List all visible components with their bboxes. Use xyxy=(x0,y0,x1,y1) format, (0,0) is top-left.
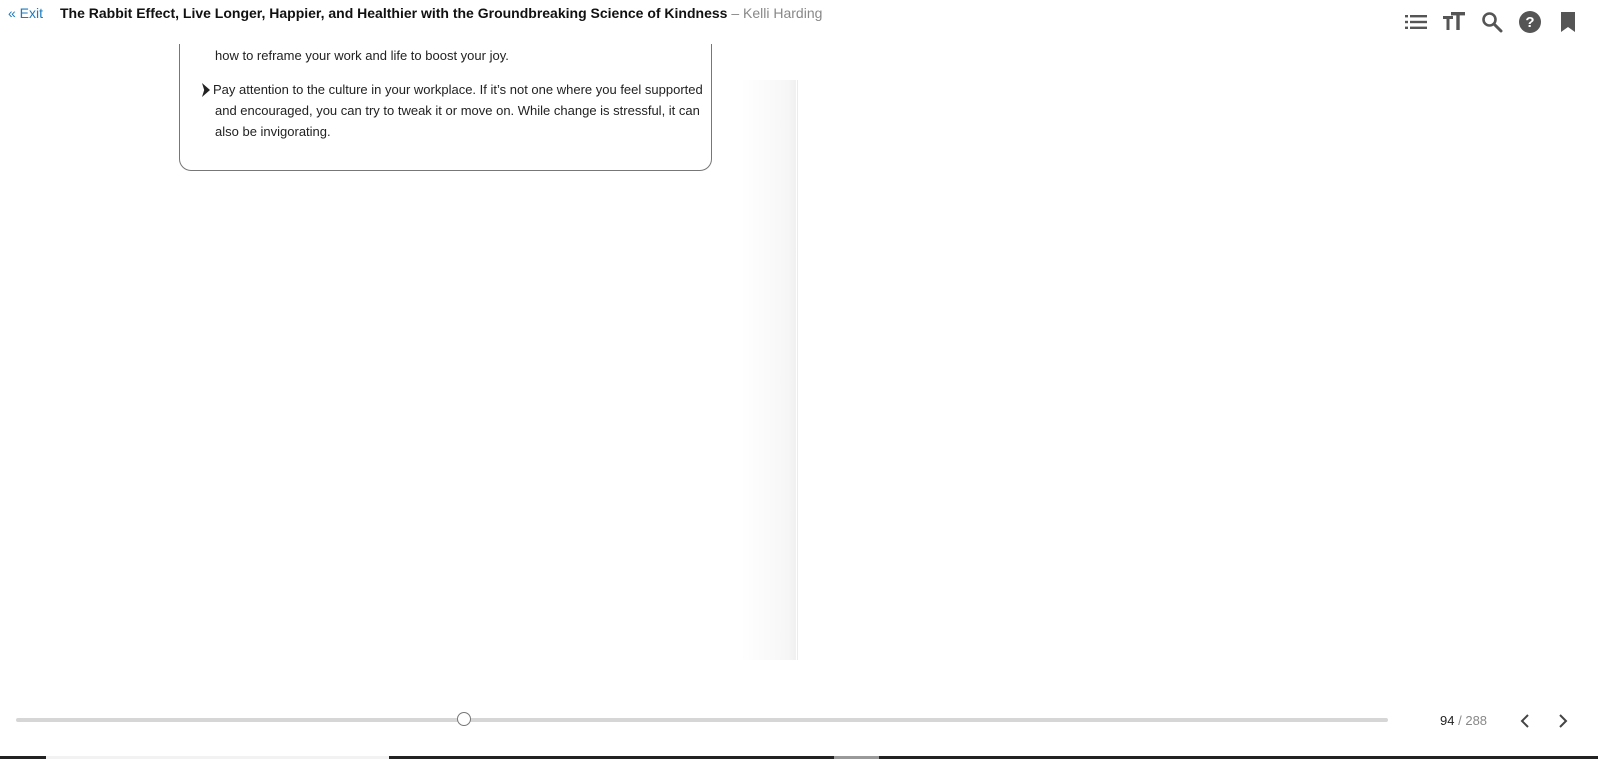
bullet-item: Pay attention to the culture in your wor… xyxy=(213,79,703,142)
exit-link[interactable]: « Exit xyxy=(8,5,43,21)
search-icon xyxy=(1482,12,1503,33)
bullet-line-3: also be invigorating. xyxy=(215,124,331,139)
bullet-line-1: Pay attention to the culture in your wor… xyxy=(213,82,703,97)
help-icon: ? xyxy=(1519,11,1541,33)
chevron-left-icon xyxy=(1520,714,1529,728)
table-of-contents-button[interactable] xyxy=(1404,8,1428,36)
page-indicator: 94 / 288 xyxy=(1440,713,1487,728)
reader-page: « Exit The Rabbit Effect, Live Longer, H… xyxy=(0,0,1598,759)
title-author-separator: – xyxy=(731,5,740,21)
arrow-bullet-icon xyxy=(202,83,210,97)
help-button[interactable]: ? xyxy=(1518,8,1542,36)
page-slider-thumb[interactable] xyxy=(456,712,471,726)
bookmark-button[interactable] xyxy=(1556,8,1580,36)
page-gutter xyxy=(797,80,798,660)
page-progress-slider[interactable] xyxy=(16,718,1388,722)
search-button[interactable] xyxy=(1480,8,1504,36)
table-of-contents-icon xyxy=(1405,15,1427,29)
page-separator: / xyxy=(1458,713,1462,728)
callout-text-line: how to reframe your work and life to boo… xyxy=(215,48,509,63)
reader-toolbar: ? xyxy=(1404,8,1580,36)
bookmark-icon xyxy=(1561,12,1575,32)
total-page-count: 288 xyxy=(1465,713,1488,728)
book-title-bar: The Rabbit Effect, Live Longer, Happier,… xyxy=(60,5,822,21)
reader-header: « Exit The Rabbit Effect, Live Longer, H… xyxy=(0,0,1598,44)
book-author: Kelli Harding xyxy=(743,5,823,21)
book-title: The Rabbit Effect, Live Longer, Happier,… xyxy=(60,5,728,21)
next-page-button[interactable] xyxy=(1553,710,1573,732)
svg-text:?: ? xyxy=(1525,14,1534,31)
previous-page-button[interactable] xyxy=(1515,710,1535,732)
book-left-page: how to reframe your work and life to boo… xyxy=(0,0,797,670)
current-page-number: 94 xyxy=(1440,713,1455,728)
chevron-right-icon xyxy=(1559,714,1568,728)
text-size-icon xyxy=(1443,12,1465,30)
text-size-button[interactable] xyxy=(1442,8,1466,36)
page-gutter-shadow xyxy=(740,80,796,660)
bullet-line-2: and encouraged, you can try to tweak it … xyxy=(215,103,700,118)
